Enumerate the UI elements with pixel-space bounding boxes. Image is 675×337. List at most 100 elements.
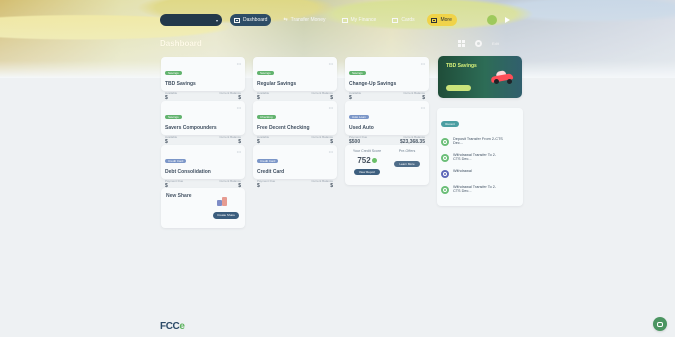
withdrawal-icon <box>441 186 449 194</box>
transaction-title: Withdrawal <box>453 169 472 173</box>
more-icon[interactable]: ••• <box>329 61 333 66</box>
dashboard-nav-button[interactable]: Dashboard <box>230 14 272 26</box>
more-nav-label: More <box>440 17 452 23</box>
gear-icon[interactable] <box>475 40 482 47</box>
my-finance-nav-button[interactable]: My Finance <box>338 14 381 26</box>
account-title: Used Auto <box>349 125 374 131</box>
transaction-title: Withdrawal Transfer To 2-CTS Dec... <box>453 185 497 193</box>
account-card-used-auto[interactable]: ••• Auto Loan Used Auto Payment Due $500… <box>345 101 429 145</box>
account-values: Available $ Current Balance $ <box>257 91 333 101</box>
chevron-down-icon: ▾ <box>215 17 218 23</box>
withdrawal-icon <box>441 170 449 178</box>
account-title: TBD Savings <box>165 81 196 87</box>
new-share-card: New Share Create Share <box>161 188 245 228</box>
account-badge: Credit Card <box>257 159 279 163</box>
credit-score-label: Your Credit Score <box>352 149 382 153</box>
account-values: Available $ Current Balance $ <box>165 91 241 101</box>
bar-shape <box>222 197 227 206</box>
more-icon[interactable]: ••• <box>329 105 333 110</box>
cards-nav-button[interactable]: Cards <box>388 14 418 26</box>
transaction-title: Withdrawal Transfer To 2-CTS Dec... <box>453 153 497 161</box>
account-card-change-up-savings[interactable]: ••• Savings Change-Up Savings Available … <box>345 57 429 101</box>
account-values: Available $ Current Balance $ <box>257 135 333 145</box>
play-icon[interactable] <box>504 17 510 23</box>
transfer-icon: ⇆ <box>283 17 288 23</box>
transaction-row[interactable]: Withdrawal Transfer To 2-CTS Dec... <box>441 153 519 162</box>
finance-icon <box>341 17 348 23</box>
dashboard-screen: ▾ Dashboard ⇆ Transfer Money My Finance … <box>0 0 675 337</box>
account-badge: Auto Loan <box>349 115 369 119</box>
dashboard-tools: Edit <box>458 40 499 47</box>
more-icon[interactable]: ••• <box>237 61 241 66</box>
more-icon[interactable]: ••• <box>421 105 425 110</box>
account-values: Available $ Current Balance $ <box>165 135 241 145</box>
credit-score-value: 752 <box>357 156 371 165</box>
account-card-free-decent-checking[interactable]: ••• Checking Free Decent Checking Availa… <box>253 101 337 145</box>
learn-more-button[interactable]: Learn More <box>394 161 420 167</box>
promo-card[interactable]: TBD Savings <box>438 56 522 98</box>
credit-score-section: Your Credit Score 752 View Report <box>349 149 385 181</box>
withdrawal-icon <box>441 154 449 162</box>
account-title: Savers Compounders <box>165 125 217 131</box>
account-values: Available $ Current Balance $ <box>349 91 425 101</box>
credit-score-card: Your Credit Score 752 View Report Pre-Of… <box>345 145 429 185</box>
account-title: Regular Savings <box>257 81 297 87</box>
card-icon <box>392 17 399 23</box>
account-badge: Savings <box>165 115 182 119</box>
cards-nav-label: Cards <box>401 17 415 23</box>
share-illustration <box>215 196 229 206</box>
transaction-row[interactable]: Deposit Transfer From 2-CTS Dec... <box>441 137 519 146</box>
view-report-button[interactable]: View Report <box>354 169 380 175</box>
balance-value: $ <box>330 183 333 189</box>
transfer-money-nav-button[interactable]: ⇆ Transfer Money <box>279 14 329 26</box>
brand-logo: FCCe <box>160 321 185 332</box>
transaction-main: Withdrawal Transfer To 2-CTS Dec... <box>453 185 503 194</box>
more-icon[interactable]: ••• <box>237 149 241 154</box>
my-finance-nav-label: My Finance <box>350 17 377 23</box>
payment-value: $ <box>257 183 260 189</box>
brand-logo-main: FCC <box>160 321 180 332</box>
more-icon[interactable]: ••• <box>421 61 425 66</box>
account-card-credit-card[interactable]: ••• Credit Card Credit Card Payment Due … <box>253 145 337 189</box>
account-badge: Checking <box>257 115 276 119</box>
more-nav-button[interactable]: More <box>426 14 457 26</box>
transfer-money-nav-label: Transfer Money <box>290 17 326 23</box>
account-card-debt-consolidation[interactable]: ••• Credit Card Debt Consolidation Payme… <box>161 145 245 189</box>
grid-icon[interactable] <box>458 40 465 47</box>
top-navigation: ▾ Dashboard ⇆ Transfer Money My Finance … <box>160 12 514 28</box>
recent-title: Recent <box>441 121 459 127</box>
chat-button[interactable] <box>653 317 667 331</box>
transaction-row[interactable]: Withdrawal Transfer To 2-CTS Dec... <box>441 185 519 194</box>
score-indicator-icon <box>371 158 377 164</box>
promo-cta-button[interactable] <box>446 85 471 91</box>
dashboard-icon <box>234 17 240 23</box>
wheel-icon <box>494 79 499 84</box>
account-badge: Savings <box>349 71 366 75</box>
page-title: Dashboard <box>160 39 202 48</box>
more-icon[interactable]: ••• <box>329 149 333 154</box>
account-title: Debt Consolidation <box>165 169 211 175</box>
account-values: Payment Due $ Current Balance $ <box>257 179 333 189</box>
account-title: Credit Card <box>257 169 285 175</box>
avatar[interactable] <box>486 15 497 25</box>
transaction-main: Deposit Transfer From 2-CTS Dec... <box>453 137 503 146</box>
car-illustration <box>489 67 517 85</box>
account-card-savers-compounders[interactable]: ••• Savings Savers Compounders Available… <box>161 101 245 145</box>
credit-score-value-wrap: 752 <box>349 156 385 165</box>
account-badge: Savings <box>165 71 182 75</box>
create-share-button[interactable]: Create Share <box>213 212 239 219</box>
more-icon[interactable]: ••• <box>237 105 241 110</box>
account-title: Change-Up Savings <box>349 81 397 87</box>
edit-label[interactable]: Edit <box>492 41 499 46</box>
more-grid-icon <box>431 17 438 23</box>
account-card-regular-savings[interactable]: ••• Savings Regular Savings Available $ … <box>253 57 337 101</box>
recent-activity-panel: Recent Deposit Transfer From 2-CTS Dec..… <box>437 108 523 206</box>
business-selector[interactable]: ▾ <box>160 14 222 26</box>
account-card-tbd-savings[interactable]: ••• Savings TBD Savings Available $ Curr… <box>161 57 245 101</box>
transaction-title: Deposit Transfer From 2-CTS Dec... <box>453 137 503 145</box>
account-title: Free Decent Checking <box>257 125 310 131</box>
brand-logo-accent: e <box>179 321 185 332</box>
deposit-icon <box>441 138 449 146</box>
transaction-row[interactable]: Withdrawal <box>441 169 519 178</box>
promo-title: TBD Savings <box>446 63 477 69</box>
